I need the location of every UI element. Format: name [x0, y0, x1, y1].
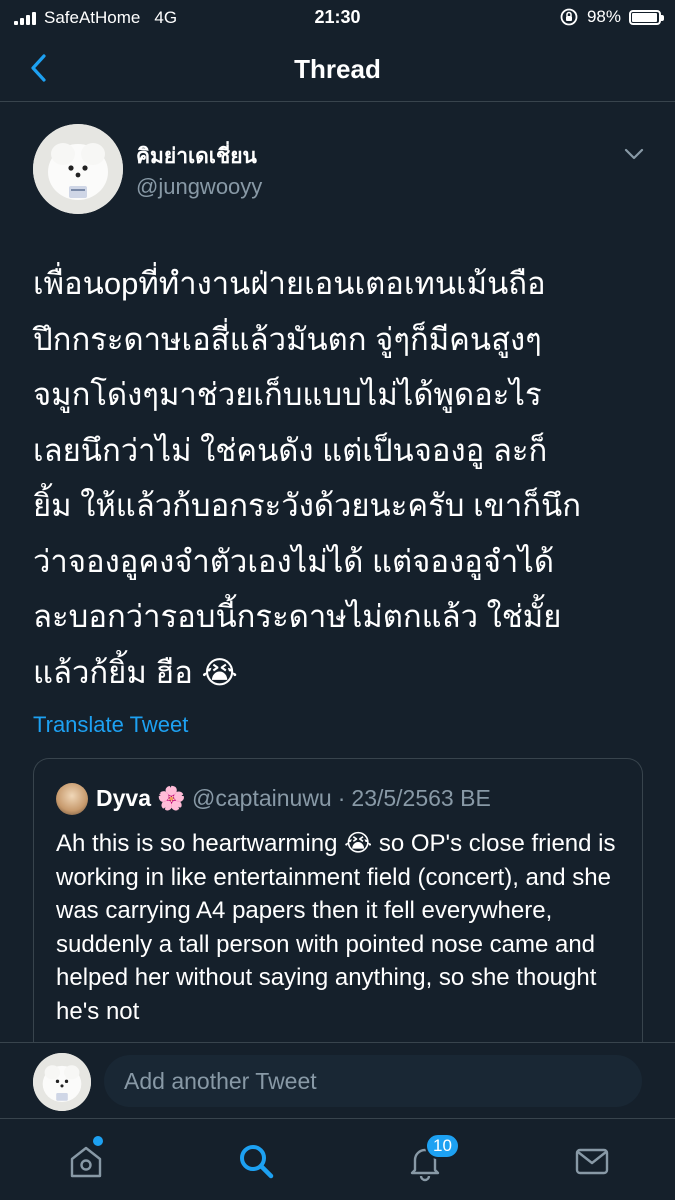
quote-author-name: Dyva 🌸 — [96, 785, 187, 811]
home-unread-dot — [93, 1136, 103, 1146]
notification-badge: 10 — [425, 1133, 460, 1159]
quote-author-handle: @captainuwu — [192, 785, 332, 811]
chevron-down-icon — [624, 148, 644, 160]
dog-avatar-image — [33, 1053, 91, 1111]
author-handle[interactable]: @jungwooyy — [136, 174, 262, 200]
status-bar: SafeAtHome 4G 21:30 98% — [0, 0, 675, 36]
page-title: Thread — [294, 54, 381, 84]
battery-level — [632, 12, 658, 22]
home-icon — [70, 1146, 102, 1178]
nav-bar: Thread — [0, 36, 675, 102]
tab-bar: 10 — [0, 1118, 675, 1200]
quote-separator: · — [337, 785, 346, 811]
status-right: 98% — [559, 7, 664, 27]
add-tweet-input[interactable] — [104, 1055, 642, 1107]
dog-avatar-image — [33, 124, 123, 214]
author-name[interactable]: คิมย่าเดเชี่ยน — [136, 140, 257, 173]
tab-search[interactable] — [234, 1139, 278, 1183]
tab-messages[interactable] — [570, 1139, 614, 1183]
compose-bar — [0, 1042, 675, 1118]
battery-percent: 98% — [586, 7, 621, 26]
author-avatar[interactable] — [33, 124, 123, 214]
mail-icon — [575, 1148, 609, 1175]
tab-notifications[interactable]: 10 — [403, 1133, 460, 1183]
quote-header: Dyva 🌸 @captainuwu · 23/5/2563 BE — [96, 785, 491, 812]
quoted-tweet-card[interactable]: Dyva 🌸 @captainuwu · 23/5/2563 BE Ah thi… — [33, 758, 643, 1058]
quote-date: 23/5/2563 BE — [351, 785, 491, 811]
search-icon — [240, 1145, 274, 1179]
orientation-lock-icon — [560, 8, 578, 26]
tab-home[interactable] — [64, 1136, 108, 1183]
quote-text: Ah this is so heartwarming 😭 so OP's clo… — [56, 830, 616, 1025]
translate-tweet-link[interactable]: Translate Tweet — [33, 712, 188, 738]
compose-avatar — [33, 1053, 91, 1111]
more-options-button[interactable] — [620, 140, 648, 168]
quote-author-avatar — [56, 783, 88, 815]
tweet-text: เพื่อนopที่ทำงานฝ่ายเอนเตอเทนเม้นถือ ปึก… — [33, 266, 581, 690]
battery-icon — [629, 9, 664, 25]
